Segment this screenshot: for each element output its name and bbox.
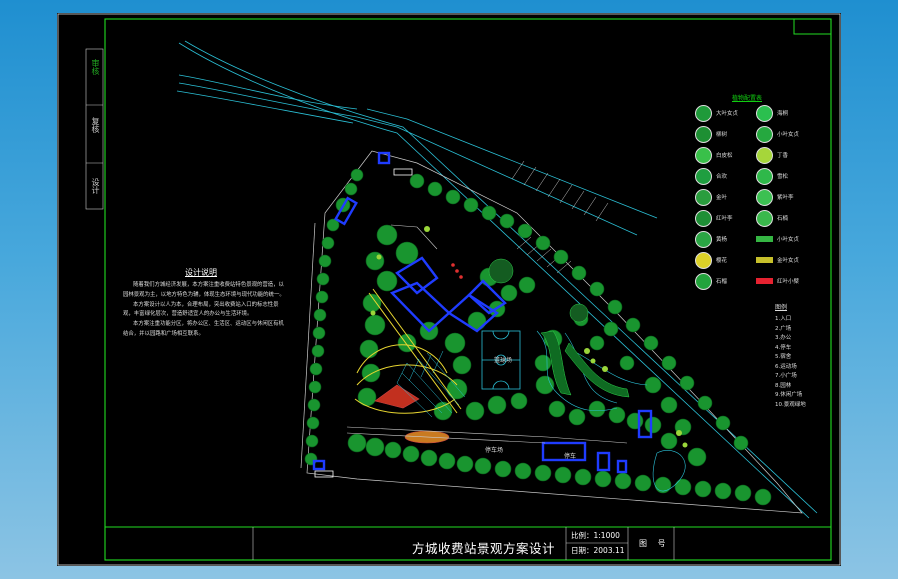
key-entry: 2.广场	[775, 325, 792, 332]
legend-entry: 小叶女贞	[756, 125, 800, 143]
legend-label: 白皮松	[716, 153, 733, 159]
cad-viewport[interactable]: 审核 复核 设计 设计说明 随着我们方城经济发展，本方案注重收费站特色景观的营造…	[57, 13, 841, 566]
legend-entry: 红叶李	[695, 209, 733, 227]
notes-paragraph: 本方案设计以人为本，合理布局，突出收费站入口的标志性景观，丰富绿化层次，营造舒适…	[123, 301, 279, 318]
tree-symbol-icon	[756, 209, 773, 227]
hedge-swatch	[756, 236, 773, 242]
label-parking-small: 停车	[564, 453, 577, 460]
legend-entry: 合欢	[695, 167, 728, 185]
legend-entry: 黄杨	[695, 230, 728, 248]
tree-symbol-icon	[756, 104, 773, 122]
legend-label: 黄杨	[716, 237, 728, 243]
tree-symbol-icon	[756, 188, 773, 206]
notes-paragraph: 随着我们方城经济发展，本方案注重收费站特色景观的营造，以园林景观为主，以地方特色…	[123, 282, 285, 298]
legend-label: 石榴	[716, 279, 728, 285]
key-entry: 6.运动场	[775, 363, 797, 370]
hedge-swatch	[756, 278, 773, 284]
key-entry: 10.景观绿地	[775, 401, 806, 408]
legend-entry: 石榴	[695, 272, 728, 290]
legend-entry: 海桐	[756, 104, 789, 122]
tree-symbol-icon	[695, 251, 712, 269]
legend-label: 大叶女贞	[716, 111, 739, 117]
key-entry: 8.园林	[775, 382, 792, 389]
tree-symbol-icon	[756, 167, 773, 185]
plant-legend: 大叶女贞 海桐 柳树 小叶女贞 白皮松 丁香 合欢 雪松 金叶 紫叶李 红叶李 石楠 黄杨 小叶女贞 樱花金…	[693, 104, 813, 295]
key-entry: 9.休闲广场	[775, 392, 803, 398]
key-entry: 7.小广场	[775, 373, 797, 379]
legend-entry: 石楠	[756, 209, 789, 227]
legend-entry: 柳树	[695, 125, 728, 143]
key-entry: 4.停车	[775, 344, 792, 351]
stamp-check: 复核	[91, 117, 100, 133]
tree-symbol-icon	[756, 125, 773, 143]
legend-label: 小叶女贞	[777, 237, 800, 243]
key-entry: 3.办公	[775, 335, 792, 341]
date-label: 日期：2003.11	[571, 546, 625, 555]
tree-symbol-icon	[695, 230, 712, 248]
stamp-review: 审核	[91, 59, 100, 75]
key-legend: 1.入口 2.广场 3.办公 4.停车 5.宿舍 6.运动场 7.小广场 8.园林 9.休闲广场…	[775, 315, 835, 410]
legend-entry: 金叶	[695, 188, 728, 206]
legend-entry: 金叶女贞	[756, 252, 799, 268]
legend-entry: 紫叶李	[756, 188, 794, 206]
legend-label: 金叶	[716, 195, 728, 201]
label-basketball-court: 篮球场	[494, 357, 513, 364]
tree-symbol-icon	[695, 125, 712, 143]
legend-entry: 白皮松	[695, 146, 733, 164]
tree-symbol-icon	[695, 146, 712, 164]
legend-label: 紫叶李	[777, 195, 794, 201]
tree-symbol-icon	[695, 209, 712, 227]
legend-entry: 小叶女贞	[756, 231, 799, 247]
hedge-swatch	[756, 257, 773, 263]
key-entry: 5.宿舍	[775, 354, 792, 360]
tree-symbol-icon	[695, 104, 712, 122]
tree-symbol-icon	[695, 272, 712, 290]
legend-label: 柳树	[716, 132, 728, 138]
scale-label: 比例：1:1000	[571, 531, 620, 540]
legend-label: 丁香	[777, 153, 789, 159]
legend-label: 红叶小檗	[777, 279, 800, 285]
key-legend-title: 图例	[775, 304, 788, 311]
tree-symbol-icon	[695, 167, 712, 185]
legend-label: 海桐	[777, 111, 789, 117]
plant-legend-title: 植物配置表	[732, 95, 763, 102]
tree-symbol-icon	[695, 188, 712, 206]
notes-paragraph: 本方案注重功能分区，将办公区、生活区、运动区与休闲区有机结合，并以园路和广场相互…	[123, 321, 284, 337]
legend-entry: 大叶女贞	[695, 104, 739, 122]
legend-entry: 红叶小檗	[756, 273, 799, 289]
legend-entry: 丁香	[756, 146, 789, 164]
legend-label: 合欢	[716, 174, 728, 180]
legend-label: 金叶女贞	[777, 258, 800, 264]
legend-label: 红叶李	[716, 216, 733, 222]
legend-label: 樱花	[716, 258, 728, 264]
legend-entry: 樱花	[695, 251, 728, 269]
key-entry: 1.入口	[775, 316, 792, 322]
sheet-title: 方城收费站景观方案设计	[412, 541, 556, 556]
site-marks	[451, 263, 463, 279]
stamp-design: 设计	[91, 178, 100, 194]
design-notes-body: 随着我们方城经济发展，本方案注重收费站特色景观的营造，以园林景观为主，以地方特色…	[123, 281, 285, 340]
drawing-number: 图 号	[639, 539, 670, 548]
legend-label: 石楠	[777, 216, 789, 222]
legend-label: 雪松	[777, 174, 789, 180]
roads	[346, 224, 628, 444]
tree-symbol-icon	[756, 146, 773, 164]
legend-entry: 雪松	[756, 167, 789, 185]
legend-label: 小叶女贞	[777, 132, 800, 138]
design-notes-title: 设计说明	[185, 268, 217, 277]
label-parking: 停车场	[485, 447, 504, 454]
